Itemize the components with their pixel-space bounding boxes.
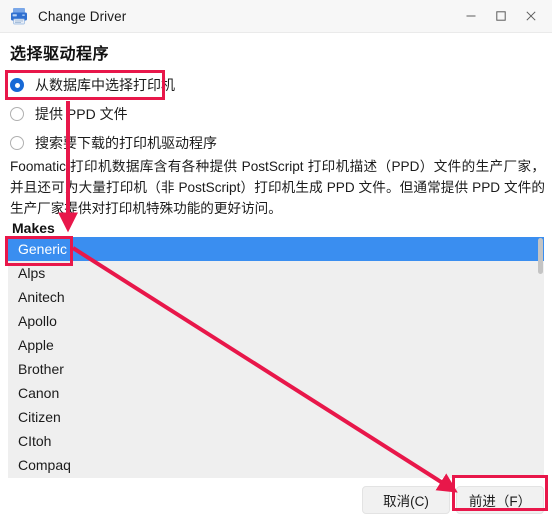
list-item[interactable]: Compaq — [8, 453, 544, 477]
list-scrollbar[interactable] — [537, 237, 544, 478]
list-item[interactable]: Alps — [8, 261, 544, 285]
list-item[interactable]: Generic — [8, 237, 544, 261]
radio-option-search-download[interactable]: 搜索要下载的打印机驱动程序 — [10, 130, 430, 156]
page-title: 选择驱动程序 — [10, 46, 110, 63]
window-controls — [456, 0, 552, 32]
close-icon[interactable] — [516, 0, 546, 32]
radio-label-provide-ppd: 提供 PPD 文件 — [35, 106, 128, 122]
list-item[interactable]: Brother — [8, 357, 544, 381]
list-item[interactable]: Anitech — [8, 285, 544, 309]
printer-icon — [8, 5, 30, 27]
window-title: Change Driver — [38, 8, 127, 24]
radio-label-search-download: 搜索要下载的打印机驱动程序 — [35, 135, 217, 151]
list-item[interactable]: Citizen — [8, 405, 544, 429]
list-item[interactable]: Apollo — [8, 309, 544, 333]
list-item[interactable]: CItoh — [8, 429, 544, 453]
list-item[interactable]: Canon — [8, 381, 544, 405]
radio-indicator-unselected[interactable] — [10, 107, 24, 121]
radio-option-from-database[interactable]: 从数据库中选择打印机 — [10, 72, 430, 98]
radio-label-from-database: 从数据库中选择打印机 — [35, 77, 175, 93]
driver-source-radio-group: 从数据库中选择打印机 提供 PPD 文件 搜索要下载的打印机驱动程序 — [10, 72, 430, 159]
list-scrollbar-thumb[interactable] — [538, 238, 543, 274]
radio-option-provide-ppd[interactable]: 提供 PPD 文件 — [10, 101, 430, 127]
makes-listbox[interactable]: Generic Alps Anitech Apollo Apple Brothe… — [8, 237, 544, 478]
maximize-icon[interactable] — [486, 0, 516, 32]
radio-indicator-unselected[interactable] — [10, 136, 24, 150]
title-bar: Change Driver — [0, 0, 552, 33]
list-item[interactable]: Apple — [8, 333, 544, 357]
change-driver-window: Change Driver 选择驱动程序 从数据库中选择打印机 提供 PPD 文… — [0, 0, 552, 522]
dialog-footer: 取消(C) 前进（F） — [0, 478, 552, 522]
makes-label: Makes — [12, 220, 55, 236]
cancel-button[interactable]: 取消(C) — [362, 486, 450, 514]
forward-button[interactable]: 前进（F） — [456, 486, 544, 514]
radio-indicator-selected[interactable] — [10, 78, 24, 92]
minimize-icon[interactable] — [456, 0, 486, 32]
description-text: Foomatic 打印机数据库含有各种提供 PostScript 打印机描述（P… — [10, 159, 545, 216]
